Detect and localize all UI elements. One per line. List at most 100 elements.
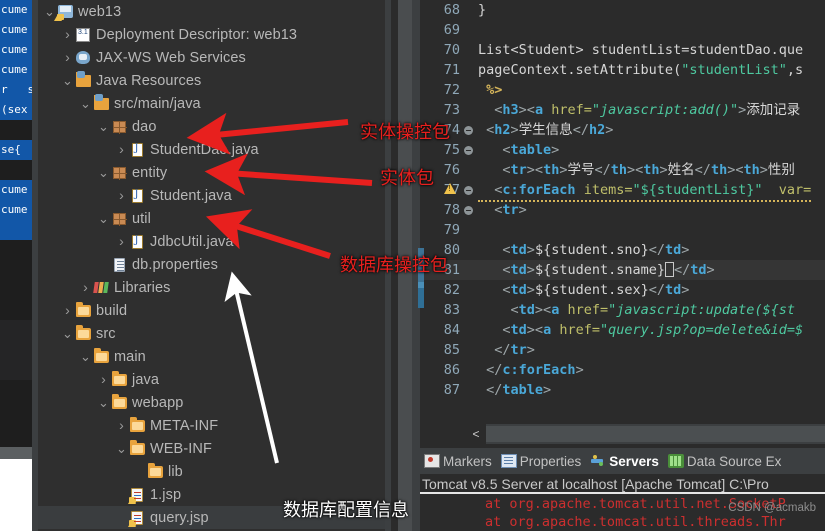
code-line-78[interactable]: 78 <tr> — [420, 200, 825, 220]
code-text: </table> — [478, 380, 551, 400]
line-number: 85 — [443, 342, 460, 358]
chevron-down-icon[interactable]: ⌄ — [97, 118, 110, 135]
tree-item-util[interactable]: ⌄ util — [38, 207, 385, 230]
code-token: > — [575, 362, 584, 378]
package-icon-glyph — [112, 120, 127, 134]
view-tab-properties[interactable]: Properties — [497, 448, 587, 474]
tree-vertical-scrollbar[interactable] — [398, 0, 412, 531]
chevron-down-icon[interactable]: ⌄ — [61, 72, 74, 89]
tree-item-label: java — [132, 371, 159, 388]
code-fold-icon[interactable] — [464, 186, 473, 195]
warning-marker-icon[interactable] — [444, 183, 456, 194]
view-tab-servers[interactable]: Servers — [586, 448, 664, 474]
code-line-81[interactable]: 81 <td>${student.sname} </td> — [420, 260, 825, 280]
scrollbar-thumb[interactable] — [486, 426, 825, 442]
code-line-70[interactable]: 70 List<Student> studentList=studentDao.q… — [420, 40, 825, 60]
tree-item-meta-inf[interactable]: › META-INF — [38, 414, 385, 437]
source-folder-icon-glyph — [93, 93, 109, 110]
tree-item-entity[interactable]: ⌄ entity — [38, 161, 385, 184]
chevron-right-icon[interactable]: › — [79, 276, 92, 299]
chevron-right-icon[interactable]: › — [115, 184, 128, 207]
code-line-79[interactable]: 79 — [420, 220, 825, 240]
chevron-down-icon[interactable]: ⌄ — [79, 95, 92, 112]
tree-item-label: main — [114, 348, 146, 365]
tree-item-src[interactable]: ⌄ src — [38, 322, 385, 345]
code-line-74[interactable]: 74 <h2>学生信息</h2> — [420, 120, 825, 140]
console-view[interactable]: Tomcat v8.5 Server at localhost [Apache … — [420, 474, 825, 531]
code-token: "query.jsp?op=delete&id=$ — [599, 322, 804, 338]
tree-item-web13[interactable]: ⌄ web13 — [38, 0, 385, 23]
tree-item-label: dao — [132, 118, 157, 135]
tree-item-student-java[interactable]: › Student.java — [38, 184, 385, 207]
code-editor[interactable]: 68} 69 70 List<Student> studentList=student… — [420, 0, 825, 428]
chevron-right-icon[interactable]: › — [115, 138, 128, 161]
tree-item-jax-ws-web-services[interactable]: › JAX-WS Web Services — [38, 46, 385, 69]
chevron-down-icon[interactable]: ⌄ — [79, 348, 92, 365]
tree-item-java-resources[interactable]: ⌄ Java Resources — [38, 69, 385, 92]
chevron-right-icon[interactable]: › — [61, 299, 74, 322]
tree-item-jdbcutil-java[interactable]: › JdbcUtil.java — [38, 230, 385, 253]
code-token: >< — [526, 322, 544, 338]
chevron-right-icon[interactable]: › — [61, 23, 74, 46]
scroll-left-button[interactable]: < — [466, 424, 486, 444]
code-token: > — [759, 162, 768, 178]
tree-item-db-properties[interactable]: db.properties — [38, 253, 385, 276]
code-fold-icon[interactable] — [464, 146, 473, 155]
code-token: </ — [673, 262, 691, 278]
editor-horizontal-scrollbar[interactable]: < — [420, 424, 825, 444]
project-explorer-tree[interactable]: ⌄web13›Deployment Descriptor: web13›JAX-… — [38, 0, 385, 531]
code-line-84[interactable]: 84 <td><a href="query.jsp?op=delete&id=$ — [420, 320, 825, 340]
tree-item-dao[interactable]: ⌄ dao — [38, 115, 385, 138]
chevron-down-icon[interactable]: ⌄ — [61, 325, 74, 342]
tree-item-webapp[interactable]: ⌄ webapp — [38, 391, 385, 414]
code-line-69[interactable]: 69 — [420, 20, 825, 40]
view-tab-markers[interactable]: Markers — [420, 448, 497, 474]
line-number: 84 — [443, 322, 460, 338]
background-code-line: cume — [0, 60, 32, 80]
tree-item-build[interactable]: › build — [38, 299, 385, 322]
code-token: th — [610, 162, 627, 178]
tree-item-1-jsp[interactable]: 1.jsp — [38, 483, 385, 506]
view-tab-data-source-ex[interactable]: Data Source Ex — [664, 448, 787, 474]
code-token: c:forEach — [502, 182, 576, 198]
chevron-down-icon[interactable]: ⌄ — [97, 164, 110, 181]
code-line-76[interactable]: 76 <tr><th>学号</th><th>姓名</th><th>性别 — [420, 160, 825, 180]
code-token: h3 — [502, 102, 519, 118]
code-line-71[interactable]: 71 pageContext.setAttribute("studentList"… — [420, 60, 825, 80]
chevron-right-icon[interactable]: › — [97, 368, 110, 391]
tree-item-libraries[interactable]: › Libraries — [38, 276, 385, 299]
code-fold-icon[interactable] — [464, 126, 473, 135]
code-line-82[interactable]: 82 <td>${student.sex}</td> — [420, 280, 825, 300]
chevron-right-icon[interactable]: › — [115, 230, 128, 253]
console-line: at org.apache.tomcat.util.threads.Thr — [420, 514, 786, 530]
code-line-80[interactable]: 80 <td>${student.sno}</td> — [420, 240, 825, 260]
code-line-73[interactable]: 73 <h3><a href="javascript:add()">添加记录 — [420, 100, 825, 120]
tree-item-web-inf[interactable]: ⌄ WEB-INF — [38, 437, 385, 460]
code-line-68[interactable]: 68} — [420, 0, 825, 20]
chevron-down-icon[interactable]: ⌄ — [97, 394, 110, 411]
code-line-87[interactable]: 87 </table> — [420, 380, 825, 400]
bottom-view-tab-bar[interactable]: Markers Properties Servers Data Source Ex — [420, 448, 825, 474]
code-line-77[interactable]: 77 <c:forEach items="${studentList}" var… — [420, 180, 825, 202]
tree-item-studentdao-java[interactable]: › StudentDao.java — [38, 138, 385, 161]
chevron-right-icon[interactable]: › — [61, 46, 74, 69]
code-line-85[interactable]: 85 </tr> — [420, 340, 825, 360]
code-fold-icon[interactable] — [464, 206, 473, 215]
tree-item-src-main-java[interactable]: ⌄ src/main/java — [38, 92, 385, 115]
code-line-86[interactable]: 86 </c:forEach> — [420, 360, 825, 380]
code-line-75[interactable]: 75 <table> — [420, 140, 825, 160]
tree-item-query-jsp[interactable]: query.jsp — [38, 506, 385, 529]
editor-change-marker-block — [418, 248, 424, 282]
code-line-72[interactable]: 72 %> — [420, 80, 825, 100]
panel-divider-tree-right[interactable] — [385, 0, 391, 531]
tree-item-lib[interactable]: lib — [38, 460, 385, 483]
tree-item-deployment-descriptor-web13[interactable]: › Deployment Descriptor: web13 — [38, 23, 385, 46]
tree-item-label: Libraries — [114, 279, 171, 296]
tree-item-main[interactable]: ⌄ main — [38, 345, 385, 368]
tree-item-java[interactable]: › java — [38, 368, 385, 391]
chevron-down-icon[interactable]: ⌄ — [97, 210, 110, 227]
code-line-83[interactable]: 83 <td><a href="javascript:update(${st — [420, 300, 825, 320]
chevron-down-icon[interactable]: ⌄ — [115, 440, 128, 457]
chevron-right-icon[interactable]: › — [115, 414, 128, 437]
